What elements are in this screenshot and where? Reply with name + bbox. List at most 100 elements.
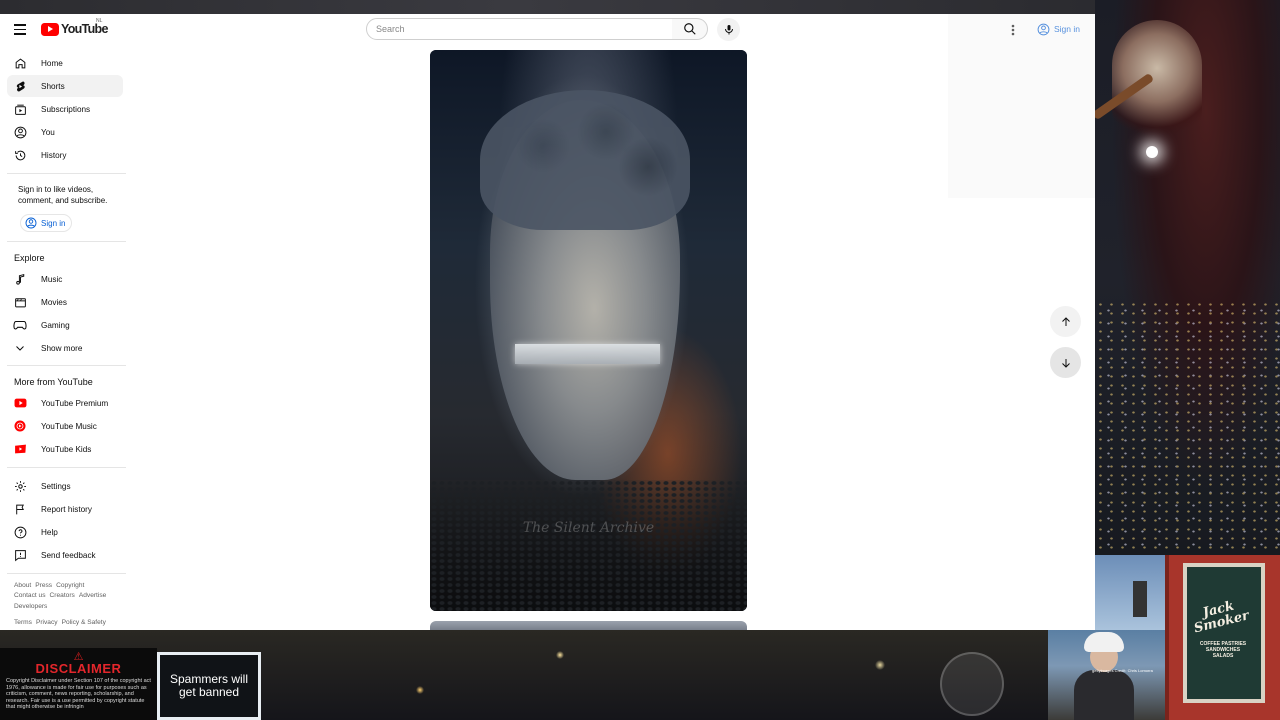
footer-link-copyright[interactable]: Copyright — [56, 582, 84, 589]
voice-search-button[interactable] — [717, 18, 740, 41]
subscriptions-icon — [14, 104, 26, 115]
footer-link-advertise[interactable]: Advertise — [79, 592, 107, 599]
search-icon — [683, 23, 696, 35]
sidebar-item-movies[interactable]: Movies — [7, 291, 123, 313]
home-icon — [15, 58, 25, 68]
sidebar-item-label: YouTube Premium — [41, 398, 109, 408]
movies-icon — [14, 297, 26, 307]
spam-banner-text: Spammers will get banned — [160, 655, 258, 717]
sidebar-item-subscriptions[interactable]: Subscriptions — [7, 98, 123, 120]
image-credit: gettyimages Credit: Chris Lomorra — [1092, 668, 1153, 673]
sidebar-item-label: Gaming — [41, 320, 70, 330]
sidebar-item-send-feedback[interactable]: Send feedback — [7, 544, 123, 566]
more-from-youtube-title: More from YouTube — [14, 377, 93, 387]
menu-icon[interactable] — [11, 21, 29, 37]
divider — [7, 467, 126, 468]
account-icon — [25, 217, 37, 229]
flag-icon — [15, 504, 24, 514]
spam-banner: Spammers will get banned — [157, 652, 261, 720]
sidebar-item-label: Settings — [41, 481, 71, 491]
youtube-window: YouTube NL Search Sign in Home Shorts Su… — [0, 14, 1095, 630]
history-icon — [14, 150, 25, 160]
shop-sign-subtitle: COFFEE PASTRIES SANDWICHES SALADS — [1199, 641, 1247, 659]
sidebar-item-home[interactable]: Home — [7, 52, 123, 74]
windmill-scene — [1095, 555, 1165, 630]
santa-figure — [1112, 20, 1202, 140]
sidebar-item-history[interactable]: History — [7, 144, 123, 166]
sidebar-item-settings[interactable]: Settings — [7, 475, 123, 497]
divider — [7, 573, 126, 574]
youtube-music-icon — [14, 420, 26, 432]
footer-link-creators[interactable]: Creators — [50, 592, 75, 599]
arrow-down-icon — [1061, 358, 1070, 368]
gaming-icon — [13, 320, 27, 330]
short-video[interactable]: The Silent Archive — [430, 50, 747, 611]
sidebar-item-report-history[interactable]: Report history — [7, 498, 123, 520]
explore-title: Explore — [14, 253, 45, 263]
footer-link-policy[interactable]: Policy & Safety — [62, 619, 106, 626]
microphone-icon — [724, 25, 733, 35]
masthead: YouTube NL Search Sign in — [0, 14, 1095, 44]
previous-short-button[interactable] — [1050, 306, 1081, 337]
sign-in-message: Sign in to like videos, comment, and sub… — [18, 185, 108, 205]
sidebar-item-label: Shorts — [41, 81, 65, 91]
youtube-kids-icon — [14, 444, 26, 454]
footer-link-about[interactable]: About — [14, 582, 31, 589]
divider — [7, 173, 126, 174]
help-icon — [14, 526, 26, 538]
next-short-button[interactable] — [1050, 347, 1081, 378]
sidebar-item-you[interactable]: You — [7, 121, 123, 143]
sidebar-item-label: Send feedback — [41, 550, 96, 560]
gear-icon — [14, 480, 26, 492]
footer-link-press[interactable]: Press — [35, 582, 52, 589]
chevron-down-icon — [16, 346, 24, 351]
footer-link-contact[interactable]: Contact us — [14, 592, 46, 599]
sidebar: Home Shorts Subscriptions You History Si… — [0, 52, 128, 630]
sidebar-item-label: Help — [41, 527, 58, 537]
sidebar-item-youtube-premium[interactable]: YouTube Premium — [7, 392, 123, 414]
country-code: NL — [96, 18, 103, 24]
footer-link-privacy[interactable]: Privacy — [36, 619, 58, 626]
statue-hair — [480, 90, 690, 230]
video-watermark: The Silent Archive — [522, 520, 655, 536]
sidebar-item-label: You — [41, 127, 55, 137]
stream-background: ⚠ DISCLAIMER Copyright Disclaimer under … — [0, 0, 1280, 720]
city-lights — [1095, 300, 1280, 555]
divider — [7, 241, 126, 242]
footer-link-terms[interactable]: Terms — [14, 619, 32, 626]
search-button[interactable] — [672, 18, 708, 40]
sign-in-label: Sign in — [41, 218, 66, 228]
sidebar-item-label: History — [41, 150, 67, 160]
footer-link-developers[interactable]: Developers — [14, 603, 47, 610]
crowd-silhouettes — [430, 480, 747, 611]
sidebar-item-label: Movies — [41, 297, 67, 307]
youtube-play-icon — [41, 22, 59, 36]
clock-icon — [940, 652, 1004, 716]
sidebar-item-shorts[interactable]: Shorts — [7, 75, 123, 97]
sidebar-sign-in-button[interactable]: Sign in — [20, 214, 73, 232]
sidebar-item-show-more[interactable]: Show more — [7, 337, 123, 359]
disclaimer-body: Copyright Disclaimer under Section 107 o… — [6, 678, 151, 711]
shorts-icon — [16, 81, 25, 91]
sidebar-item-youtube-music[interactable]: YouTube Music — [7, 415, 123, 437]
dutch-girl-image: gettyimages Credit: Chris Lomorra — [1048, 630, 1165, 720]
sidebar-item-gaming[interactable]: Gaming — [7, 314, 123, 336]
blindfold-band — [515, 344, 660, 364]
arrow-up-icon — [1061, 316, 1070, 326]
sidebar-item-help[interactable]: Help — [7, 521, 123, 543]
sidebar-item-label: Show more — [41, 343, 83, 353]
search-placeholder: Search — [376, 24, 405, 34]
search-input[interactable]: Search — [366, 18, 673, 40]
stream-top-strip — [0, 0, 1280, 14]
music-icon — [15, 273, 24, 285]
sidebar-item-music[interactable]: Music — [7, 268, 123, 290]
logo-text: YouTube — [61, 22, 108, 36]
disclaimer-panel: ⚠ DISCLAIMER Copyright Disclaimer under … — [0, 648, 157, 720]
footer-links: About Press Copyright Contact us Creators Ad… — [14, 581, 124, 629]
sidebar-item-label: Home — [41, 58, 63, 68]
sidebar-item-youtube-kids[interactable]: YouTube Kids — [7, 438, 123, 460]
youtube-logo[interactable]: YouTube NL — [41, 18, 108, 36]
sidebar-item-label: YouTube Kids — [41, 444, 92, 454]
next-short-preview[interactable] — [430, 621, 747, 630]
sidebar-item-label: Report history — [41, 504, 92, 514]
